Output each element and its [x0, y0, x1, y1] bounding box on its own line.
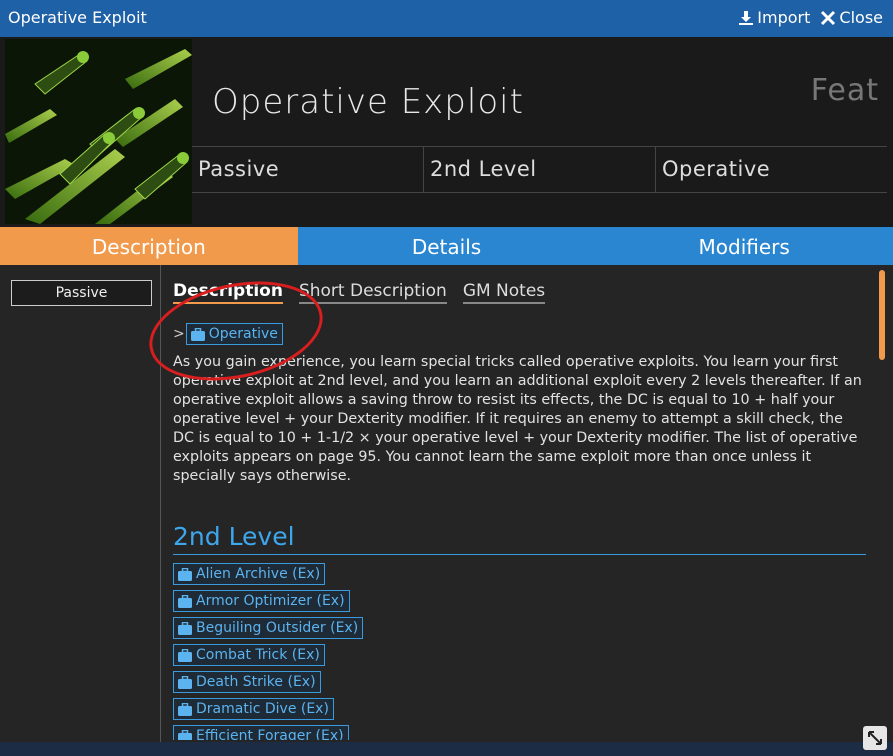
exploit-link[interactable]: Alien Archive (Ex) [173, 563, 326, 585]
briefcase-icon [190, 327, 205, 341]
subtab-gm-notes[interactable]: GM Notes [462, 281, 546, 304]
close-button[interactable]: Close [820, 8, 883, 27]
window-actions: Import Close [738, 8, 883, 27]
exploit-link[interactable]: Death Strike (Ex) [173, 671, 321, 693]
level-heading: 2nd Level [173, 522, 866, 555]
briefcase-icon [178, 594, 192, 608]
exploit-label: Beguiling Outsider (Ex) [196, 620, 359, 636]
sheet-body: Passive Description Short Description GM… [0, 265, 893, 756]
property-action-type[interactable]: Passive [192, 147, 424, 192]
briefcase-icon [178, 675, 192, 689]
bottom-bar [0, 742, 893, 756]
item-name[interactable]: Operative Exploit [212, 82, 524, 122]
exploit-label: Combat Trick (Ex) [196, 647, 320, 663]
briefcase-icon [178, 648, 192, 662]
exploit-label: Death Strike (Ex) [196, 674, 316, 690]
exploit-link[interactable]: Beguiling Outsider (Ex) [173, 617, 364, 639]
close-label: Close [839, 8, 883, 27]
exploit-link[interactable]: Efficient Forager (Ex) [173, 725, 349, 740]
import-button[interactable]: Import [738, 8, 810, 27]
briefcase-icon [178, 729, 192, 740]
property-level[interactable]: 2nd Level [424, 147, 656, 192]
window-title: Operative Exploit [8, 8, 147, 27]
exploit-label: Alien Archive (Ex) [196, 566, 321, 582]
item-sheet-window: Operative Exploit Import Close Operative… [0, 0, 893, 756]
title-bar[interactable]: Operative Exploit Import Close [0, 0, 893, 37]
breadcrumb: > Operative [173, 323, 283, 345]
tab-description[interactable]: Description [0, 227, 298, 265]
exploit-label: Dramatic Dive (Ex) [196, 701, 329, 717]
subtab-short-description[interactable]: Short Description [298, 281, 447, 304]
scrollbar-thumb[interactable] [879, 270, 885, 360]
download-icon [739, 10, 754, 25]
sidebar-passive-chip[interactable]: Passive [11, 280, 152, 306]
sidebar: Passive [0, 265, 161, 756]
briefcase-icon [178, 621, 192, 635]
exploit-link[interactable]: Dramatic Dive (Ex) [173, 698, 334, 720]
close-x-icon [821, 10, 836, 25]
operative-link-label: Operative [208, 326, 278, 342]
exploit-label: Efficient Forager (Ex) [196, 728, 344, 740]
tab-modifiers[interactable]: Modifiers [595, 227, 893, 265]
exploit-link[interactable]: Armor Optimizer (Ex) [173, 590, 350, 612]
exploit-link[interactable]: Combat Trick (Ex) [173, 644, 325, 666]
exploit-label: Armor Optimizer (Ex) [196, 593, 345, 609]
item-art [5, 39, 192, 224]
property-class[interactable]: Operative [656, 147, 887, 192]
tab-details[interactable]: Details [298, 227, 596, 265]
subtab-description[interactable]: Description [173, 281, 283, 304]
description-subtabs: Description Short Description GM Notes [173, 281, 546, 304]
item-header-info: Operative Exploit Feat Passive 2nd Level… [192, 37, 887, 227]
import-label: Import [757, 8, 811, 27]
operative-link[interactable]: Operative [185, 323, 283, 345]
breadcrumb-prefix: > [173, 326, 185, 342]
item-header: Operative Exploit Feat Passive 2nd Level… [0, 37, 893, 227]
resize-handle[interactable] [863, 726, 887, 750]
description-text: As you gain experience, you learn specia… [173, 354, 862, 484]
item-image[interactable] [5, 39, 192, 224]
briefcase-icon [178, 702, 192, 716]
sheet-tabs: Description Details Modifiers [0, 227, 893, 265]
item-type: Feat [810, 73, 879, 108]
resize-icon [868, 731, 882, 745]
briefcase-icon [178, 567, 192, 581]
exploit-list: Alien Archive (Ex) Armor Optimizer (Ex) … [173, 563, 364, 740]
description-content: Description Short Description GM Notes >… [173, 265, 868, 740]
item-properties: Passive 2nd Level Operative [192, 146, 887, 193]
